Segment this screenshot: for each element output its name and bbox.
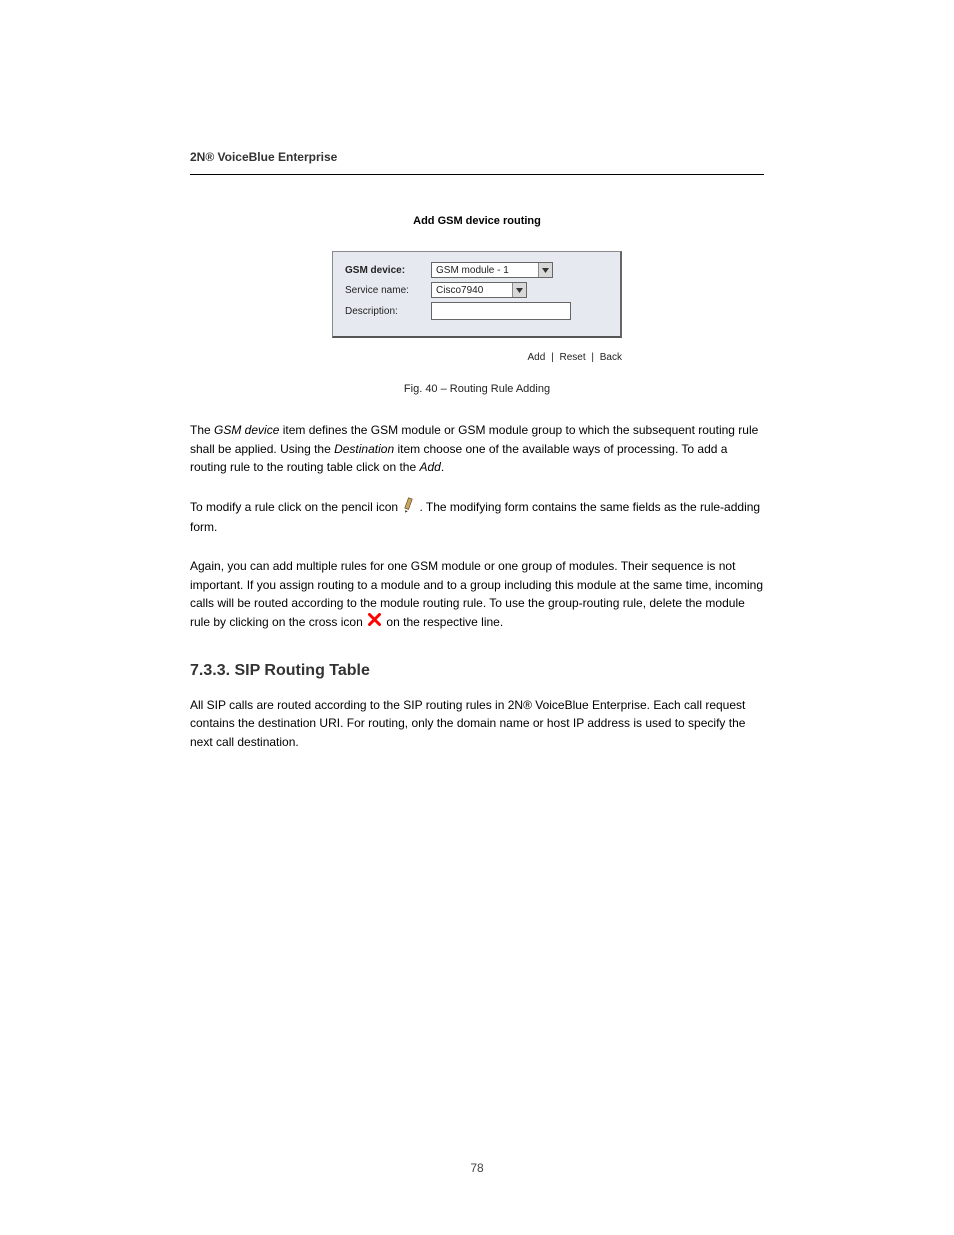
link-back[interactable]: Back <box>600 352 622 363</box>
close-icon <box>368 613 381 632</box>
figure-container: Add GSM device routing GSM device: GSM m… <box>332 205 622 363</box>
select-gsm-device-value: GSM module - 1 <box>436 265 509 276</box>
input-description[interactable] <box>431 302 571 320</box>
header-divider <box>190 174 764 175</box>
label-service-name: Service name: <box>345 285 431 296</box>
select-service-name[interactable]: Cisco7940 <box>431 282 527 298</box>
row-gsm-device: GSM device: GSM module - 1 <box>345 262 610 278</box>
link-add[interactable]: Add <box>528 352 546 363</box>
pencil-icon <box>403 497 417 519</box>
section-heading-7-3-3: 7.3.3. SIP Routing Table <box>190 662 764 680</box>
page-title: 2N® VoiceBlue Enterprise <box>190 150 764 164</box>
label-gsm-device: GSM device: <box>345 265 431 276</box>
form-box: GSM device: GSM module - 1 Service name:… <box>332 251 622 338</box>
paragraph-2: To modify a rule click on the pencil ico… <box>190 497 764 537</box>
paragraph-1: The GSM device item defines the GSM modu… <box>190 421 764 477</box>
select-service-name-value: Cisco7940 <box>436 285 483 296</box>
row-description: Description: <box>345 302 610 320</box>
chevron-down-icon <box>538 263 552 277</box>
figure-actions: Add | Reset | Back <box>332 338 622 363</box>
link-reset[interactable]: Reset <box>559 352 585 363</box>
chevron-down-icon <box>512 283 526 297</box>
row-service-name: Service name: Cisco7940 <box>345 282 610 298</box>
separator: | <box>588 352 597 363</box>
label-description: Description: <box>345 306 431 317</box>
paragraph-3: Again, you can add multiple rules for on… <box>190 557 764 632</box>
select-gsm-device[interactable]: GSM module - 1 <box>431 262 553 278</box>
separator: | <box>548 352 557 363</box>
paragraph-4: All SIP calls are routed according to th… <box>190 696 764 752</box>
figure-caption: Fig. 40 – Routing Rule Adding <box>190 383 764 395</box>
figure-title: Add GSM device routing <box>332 205 622 251</box>
page-number: 78 <box>0 1161 954 1175</box>
